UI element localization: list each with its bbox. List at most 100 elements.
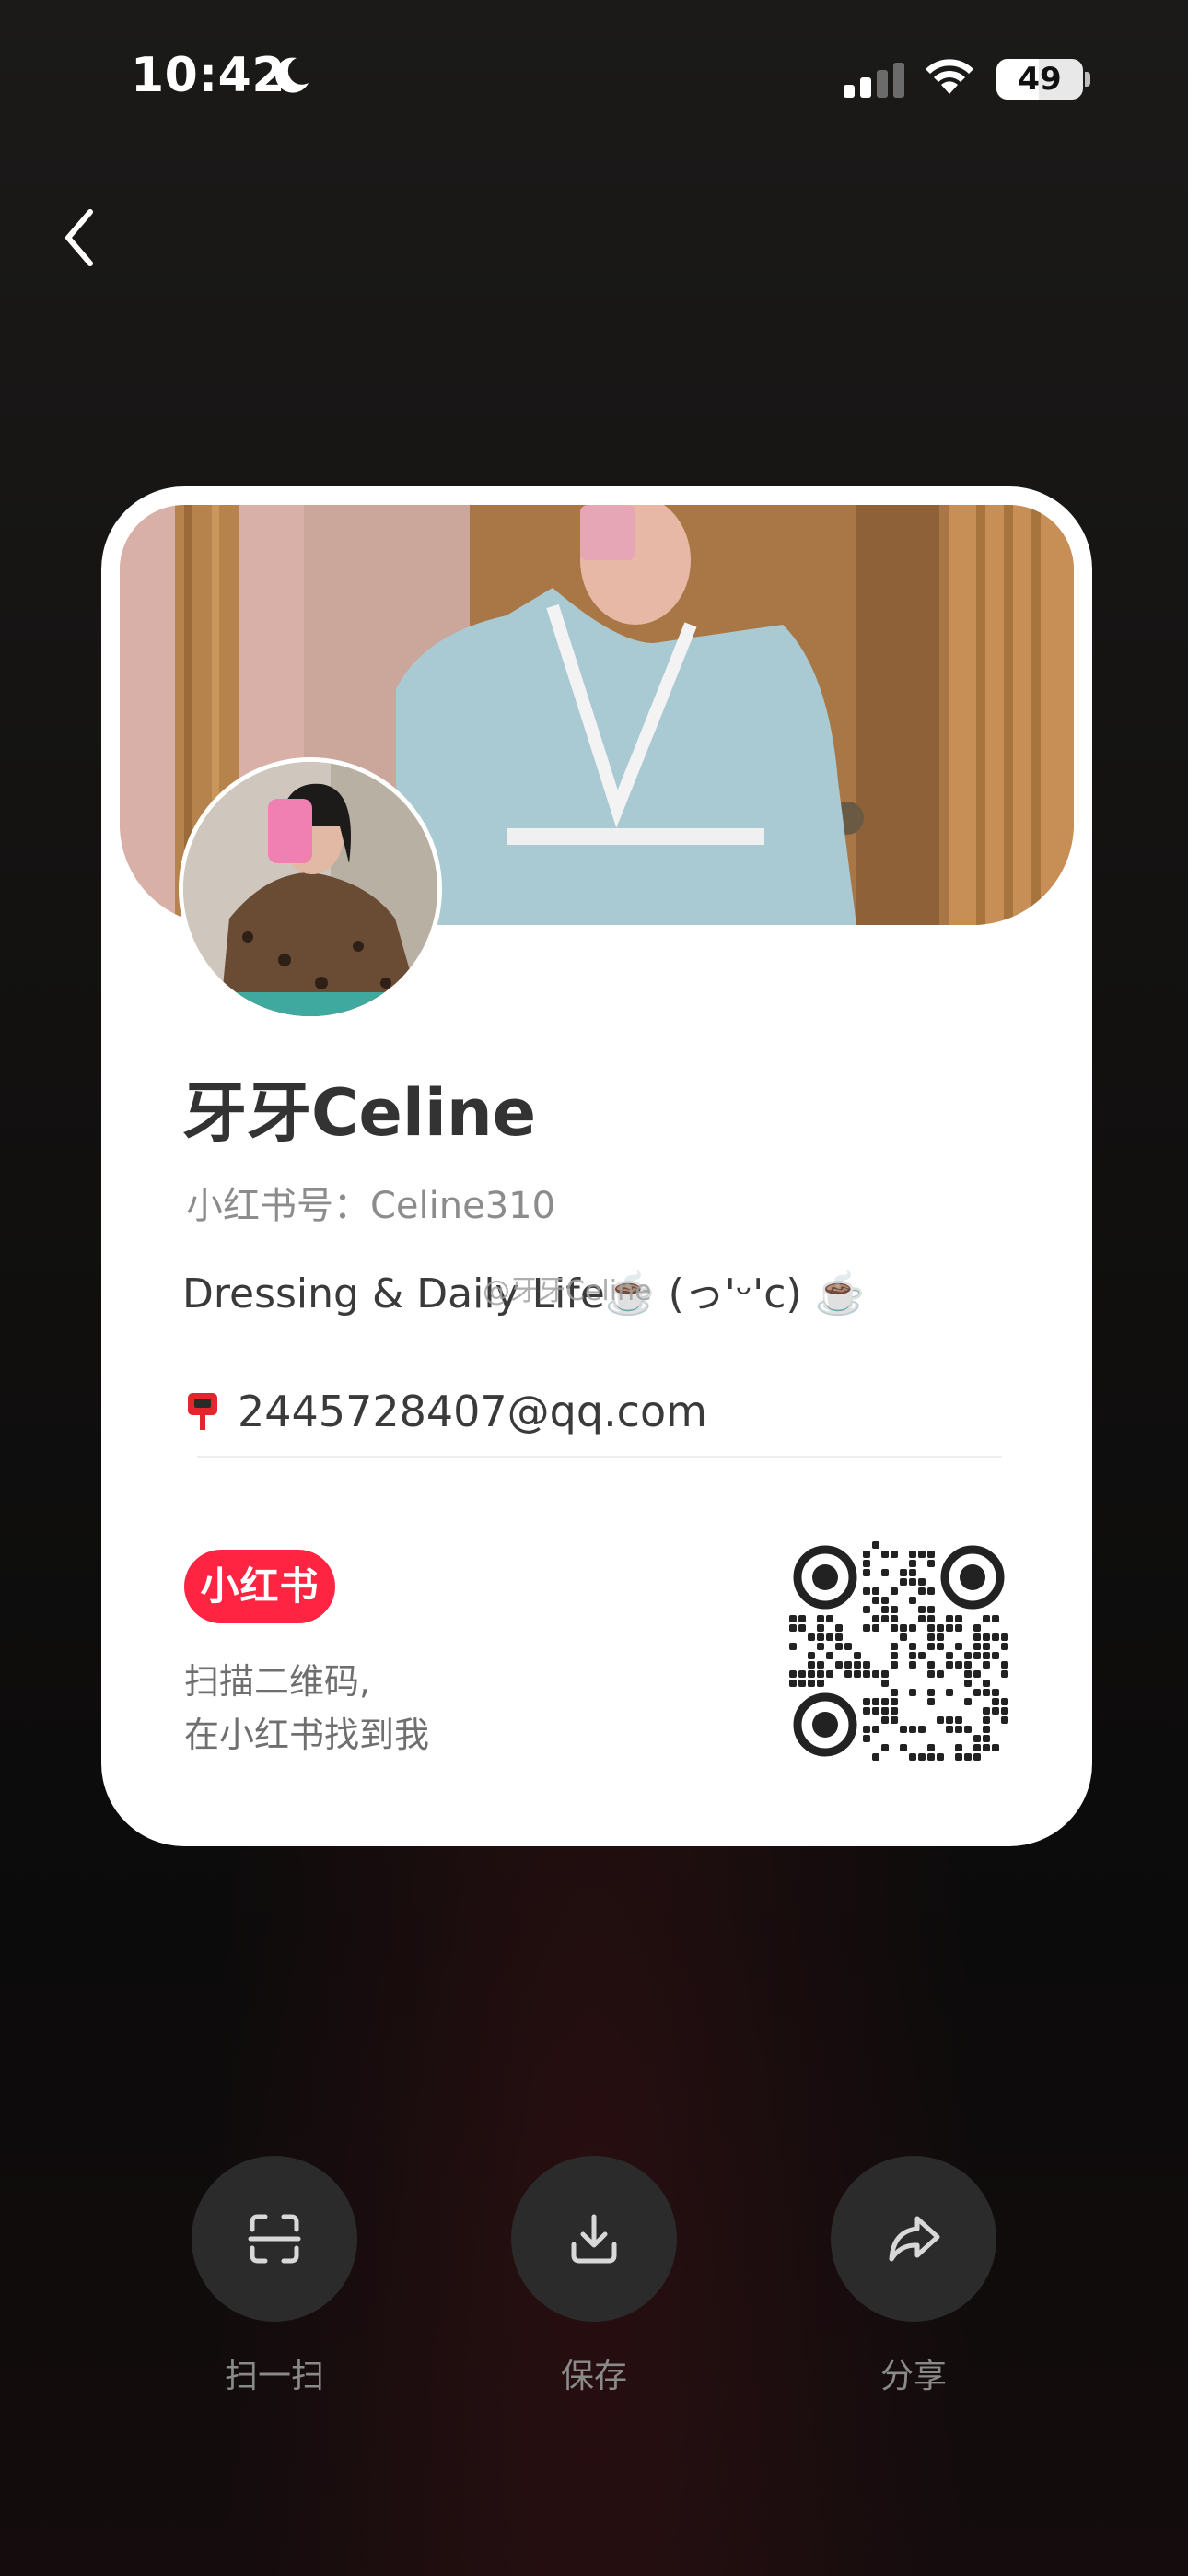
- qr-module: [900, 1578, 907, 1586]
- qr-module: [946, 1615, 953, 1622]
- qr-module: [955, 1726, 962, 1733]
- qr-module: [992, 1633, 999, 1641]
- qr-module: [789, 1624, 797, 1632]
- qr-module: [983, 1680, 990, 1687]
- qr-module: [891, 1698, 898, 1705]
- qr-module: [927, 1624, 935, 1632]
- qr-module: [983, 1615, 990, 1622]
- qr-module: [808, 1652, 815, 1659]
- qr-module: [881, 1606, 889, 1613]
- nickname: 牙牙Celine: [182, 1075, 537, 1151]
- save-button-circle[interactable]: [511, 2156, 677, 2322]
- qr-module: [826, 1615, 833, 1622]
- qr-module: [983, 1707, 990, 1715]
- qr-module: [808, 1661, 815, 1669]
- qr-module: [891, 1689, 898, 1696]
- qr-module: [992, 1689, 999, 1696]
- qr-module: [983, 1726, 990, 1733]
- qr-module: [955, 1716, 962, 1724]
- save-label: 保存: [560, 2358, 627, 2395]
- qr-module: [863, 1587, 870, 1595]
- qr-module: [909, 1597, 916, 1604]
- qr-finder-dot: [960, 1564, 985, 1590]
- watermark: @牙牙Celine: [483, 1275, 652, 1307]
- qr-module: [835, 1661, 843, 1669]
- qr-module: [854, 1661, 861, 1669]
- qr-module: [964, 1680, 972, 1687]
- save-button[interactable]: 保存: [511, 2156, 677, 2397]
- qr-module: [918, 1753, 926, 1761]
- qr-module: [891, 1716, 898, 1724]
- qr-module: [946, 1689, 953, 1696]
- qr-module: [872, 1670, 879, 1678]
- share-button[interactable]: 分享: [831, 2156, 996, 2397]
- battery-indicator: 49: [996, 59, 1083, 100]
- status-time: 10:42: [131, 48, 286, 103]
- qr-module: [973, 1624, 981, 1632]
- qr-module: [891, 1661, 898, 1669]
- qr-module: [808, 1670, 815, 1678]
- qr-module: [909, 1624, 916, 1632]
- avatar: [179, 757, 442, 1021]
- qr-module: [964, 1753, 972, 1761]
- back-button[interactable]: [57, 205, 101, 271]
- rednote-logo: 小红书: [184, 1550, 335, 1623]
- qr-module: [927, 1615, 935, 1622]
- qr-module: [863, 1569, 870, 1576]
- qr-module: [973, 1753, 981, 1761]
- qr-module: [863, 1606, 870, 1613]
- qr-module: [983, 1643, 990, 1650]
- qr-module: [927, 1670, 935, 1678]
- scan-hint-line1: 扫描二维码,: [184, 1661, 371, 1702]
- qr-module: [918, 1578, 926, 1586]
- qr-module: [872, 1597, 879, 1604]
- qr-module: [835, 1633, 843, 1641]
- qr-module: [992, 1707, 999, 1715]
- qr-module: [909, 1689, 916, 1696]
- scan-hint: 扫描二维码, 在小红书找到我: [184, 1655, 429, 1762]
- qr-module: [973, 1633, 981, 1641]
- qr-module: [973, 1670, 981, 1678]
- qr-module: [983, 1652, 990, 1659]
- qr-module: [881, 1615, 889, 1622]
- qr-module: [937, 1716, 944, 1724]
- qr-module: [1001, 1633, 1008, 1641]
- qr-module: [891, 1624, 898, 1632]
- qr-module: [1001, 1643, 1008, 1650]
- qr-module: [927, 1633, 935, 1641]
- qr-module: [863, 1560, 870, 1567]
- qr-module: [964, 1726, 972, 1733]
- scan-button-circle[interactable]: [192, 2156, 357, 2322]
- qr-module: [872, 1698, 879, 1705]
- scan-button[interactable]: 扫一扫: [192, 2156, 357, 2397]
- scan-hint-line2: 在小红书找到我: [184, 1715, 430, 1755]
- qr-module: [891, 1652, 898, 1659]
- qr-module: [891, 1707, 898, 1715]
- qr-module: [881, 1569, 889, 1576]
- qr-module: [900, 1744, 907, 1751]
- qr-module: [927, 1560, 935, 1567]
- qr-module: [955, 1744, 962, 1751]
- qr-module: [946, 1661, 953, 1669]
- qr-module: [937, 1624, 944, 1632]
- mailbox-icon: [188, 1393, 217, 1430]
- qr-module: [863, 1735, 870, 1742]
- qr-module: [909, 1652, 916, 1659]
- qr-module: [881, 1707, 889, 1715]
- qr-module: [946, 1716, 953, 1724]
- qr-module: [918, 1726, 926, 1733]
- qr-module: [817, 1661, 824, 1669]
- qr-module: [798, 1680, 806, 1687]
- qr-module: [789, 1680, 797, 1687]
- qr-module: [973, 1652, 981, 1659]
- qr-module: [973, 1689, 981, 1696]
- qr-module: [1001, 1716, 1008, 1724]
- share-button-circle[interactable]: [831, 2156, 996, 2322]
- qr-module: [964, 1698, 972, 1705]
- qr-module: [955, 1661, 962, 1669]
- qr-code[interactable]: [788, 1540, 1009, 1762]
- qr-module: [909, 1726, 916, 1733]
- qr-module: [955, 1643, 962, 1650]
- qr-module: [863, 1698, 870, 1705]
- qr-module: [1001, 1670, 1008, 1678]
